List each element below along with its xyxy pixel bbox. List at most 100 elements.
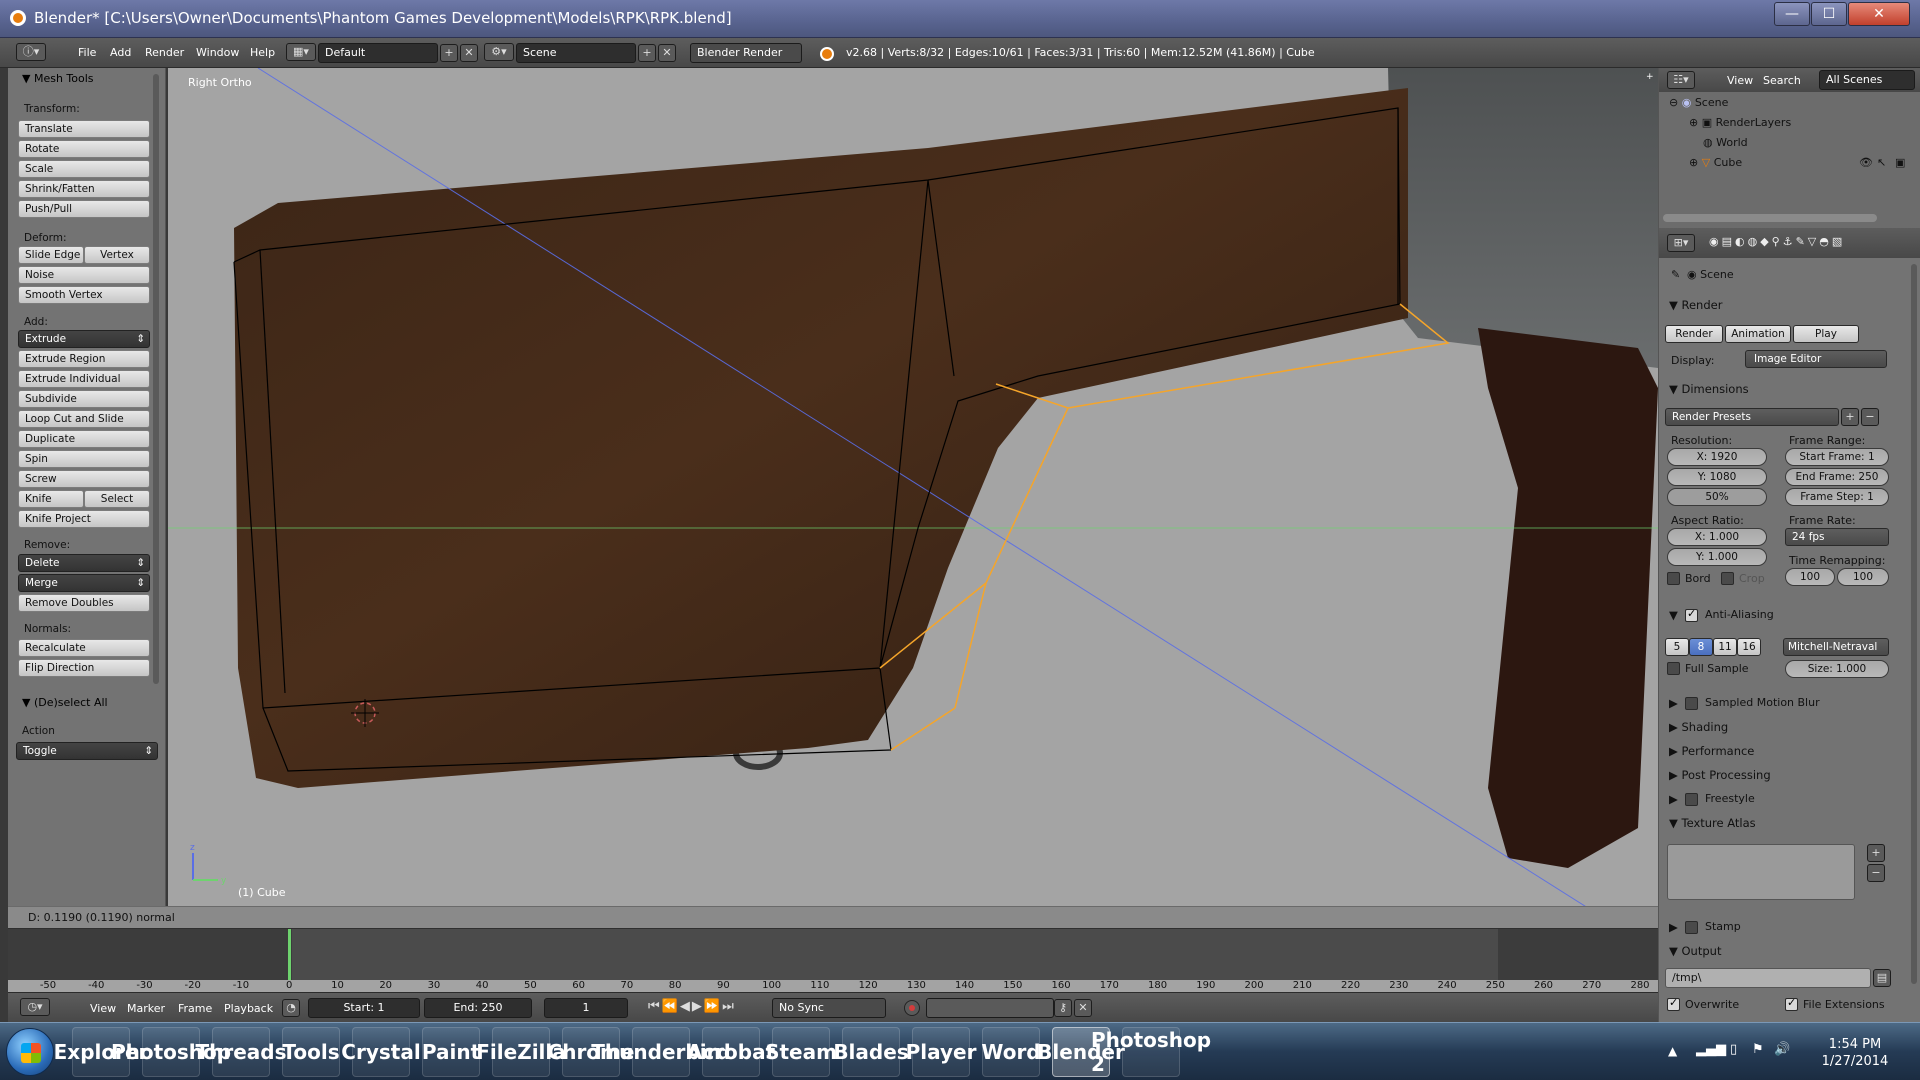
scene-icon[interactable]: ⚙▾ <box>484 43 514 61</box>
full-sample-checkbox[interactable] <box>1667 662 1680 675</box>
aa-samples-8[interactable]: 8 <box>1689 638 1713 656</box>
knife-project-button[interactable]: Knife Project <box>18 510 150 528</box>
extrude-individual-button[interactable]: Extrude Individual <box>18 370 150 388</box>
file-extensions-checkbox[interactable] <box>1785 996 1798 1011</box>
properties-editor-icon[interactable]: ⊞▾ <box>1667 234 1695 252</box>
menu-help[interactable]: Help <box>250 46 275 59</box>
render-button[interactable]: Render <box>1665 325 1723 343</box>
properties-scrollbar[interactable] <box>1911 264 1917 984</box>
scene-field[interactable]: Scene <box>516 43 636 63</box>
recalculate-button[interactable]: Recalculate <box>18 639 150 657</box>
taskbar-crystal-icon[interactable]: Crystal <box>341 1027 421 1077</box>
shrink-fatten-button[interactable]: Shrink/Fatten <box>18 180 150 198</box>
slide-vertex-button[interactable]: Vertex <box>84 246 150 264</box>
screw-button[interactable]: Screw <box>18 470 150 488</box>
push-pull-button[interactable]: Push/Pull <box>18 200 150 218</box>
playback-controls-icon[interactable]: ⏮⏪◀▶⏩⏭ <box>648 999 736 1014</box>
maximize-button[interactable]: ☐ <box>1811 2 1847 26</box>
menu-file[interactable]: File <box>78 46 96 59</box>
taskbar-filezilla-icon[interactable]: FileZilla <box>476 1027 566 1077</box>
merge-dropdown[interactable]: Merge ⇕ <box>18 574 150 592</box>
end-frame-field[interactable]: End: 250 <box>424 998 532 1018</box>
taskbar-word-icon[interactable]: Word <box>981 1027 1041 1077</box>
battery-icon[interactable]: ▯ <box>1730 1042 1737 1057</box>
timeline-editor-icon[interactable]: ◷▾ <box>20 998 50 1016</box>
taskbar-photoshop2-icon[interactable]: Photoshop 2 <box>1091 1027 1211 1077</box>
pin-icon[interactable]: ✎ <box>1671 268 1680 281</box>
render-engine-select[interactable]: Blender Render <box>690 43 802 63</box>
anti-aliasing-checkbox[interactable] <box>1685 607 1698 622</box>
taskbar-blades-icon[interactable]: Blades <box>833 1027 909 1077</box>
aa-size-field[interactable]: Size: 1.000 <box>1785 660 1889 678</box>
volume-icon[interactable]: 🔊 <box>1774 1042 1790 1057</box>
taskbar-steam-icon[interactable]: Steam <box>765 1027 837 1077</box>
close-window-button[interactable]: ✕ <box>1848 2 1910 26</box>
slide-edge-button[interactable]: Slide Edge <box>18 246 84 264</box>
system-clock[interactable]: 1:54 PM 1/27/2014 <box>1800 1036 1910 1070</box>
aa-samples-16[interactable]: 16 <box>1737 638 1761 656</box>
select-arrow-icon[interactable]: ↖ <box>1877 156 1886 169</box>
subdivide-button[interactable]: Subdivide <box>18 390 150 408</box>
start-frame-property[interactable]: Start Frame: 1 <box>1785 448 1889 466</box>
display-select[interactable]: Image Editor <box>1745 350 1887 368</box>
border-checkbox[interactable] <box>1667 572 1680 585</box>
outliner-editor-icon[interactable]: ☷▾ <box>1667 71 1695 89</box>
overwrite-checkbox[interactable] <box>1667 996 1680 1011</box>
remove-preset-icon[interactable]: − <box>1861 408 1879 426</box>
shading-panel-header[interactable]: ▶ Shading <box>1669 720 1728 734</box>
keyframe-delete-icon[interactable]: ✕ <box>1074 999 1092 1017</box>
motion-blur-checkbox[interactable] <box>1685 697 1698 710</box>
scale-button[interactable]: Scale <box>18 160 150 178</box>
stamp-panel-header[interactable]: ▶ <box>1669 920 1678 934</box>
visibility-eye-icon[interactable]: 👁 <box>1859 156 1873 169</box>
menu-window[interactable]: Window <box>196 46 239 59</box>
render-panel-header[interactable]: ▼ Render <box>1669 298 1722 312</box>
timeline-menu-view[interactable]: View <box>90 1002 116 1015</box>
taskbar-paint-icon[interactable]: Paint <box>422 1027 480 1077</box>
deselect-all-header[interactable]: ▼ (De)select All <box>22 696 108 709</box>
freestyle-checkbox[interactable] <box>1685 793 1698 806</box>
noise-button[interactable]: Noise <box>18 266 150 284</box>
aa-filter-select[interactable]: Mitchell-Netraval <box>1783 638 1889 656</box>
anti-aliasing-panel-header[interactable]: ▼ <box>1669 608 1678 622</box>
remove-scene-icon[interactable]: ✕ <box>658 44 676 62</box>
add-preset-icon[interactable]: + <box>1841 408 1859 426</box>
record-icon[interactable] <box>904 1000 920 1016</box>
time-remap-old-field[interactable]: 100 <box>1785 568 1835 586</box>
aspect-y-field[interactable]: Y: 1.000 <box>1667 548 1767 566</box>
timeline-menu-marker[interactable]: Marker <box>127 1002 165 1015</box>
screen-layout-icon[interactable]: ▦▾ <box>286 43 316 61</box>
extrude-region-button[interactable]: Extrude Region <box>18 350 150 368</box>
show-hidden-icons-icon[interactable]: ▲ <box>1668 1044 1677 1058</box>
aa-samples-11[interactable]: 11 <box>1713 638 1737 656</box>
post-processing-panel-header[interactable]: ▶ Post Processing <box>1669 768 1771 782</box>
knife-button[interactable]: Knife <box>18 490 84 508</box>
fps-select[interactable]: 24 fps <box>1785 528 1889 546</box>
frame-step-property[interactable]: Frame Step: 1 <box>1785 488 1889 506</box>
outliner-menu-view[interactable]: View <box>1727 74 1753 87</box>
aspect-x-field[interactable]: X: 1.000 <box>1667 528 1767 546</box>
add-layout-icon[interactable]: + <box>440 44 458 62</box>
translate-button[interactable]: Translate <box>18 120 150 138</box>
area-split-icon[interactable]: + <box>1646 72 1654 82</box>
current-frame-field[interactable]: 1 <box>544 998 628 1018</box>
3d-viewport[interactable]: z y Right Ortho (1) Cube + <box>168 68 1658 906</box>
play-button[interactable]: Play <box>1793 325 1859 343</box>
remove-atlas-icon[interactable]: − <box>1867 864 1885 882</box>
action-center-flag-icon[interactable]: ⚑ <box>1752 1042 1764 1057</box>
smooth-vertex-button[interactable]: Smooth Vertex <box>18 286 150 304</box>
duplicate-button[interactable]: Duplicate <box>18 430 150 448</box>
add-atlas-icon[interactable]: + <box>1867 844 1885 862</box>
action-dropdown[interactable]: Toggle ⇕ <box>16 742 158 760</box>
menu-render[interactable]: Render <box>145 46 184 59</box>
mesh-tools-header[interactable]: ▼ Mesh Tools <box>22 72 94 85</box>
outliner-scene[interactable]: ⊖ ◉ Scene <box>1669 96 1728 109</box>
taskbar-thunderbird-icon[interactable]: Thunderbird <box>591 1027 731 1077</box>
playhead-marker[interactable] <box>288 929 292 981</box>
freestyle-panel-header[interactable]: ▶ <box>1669 792 1678 806</box>
taskbar-acrobat-icon[interactable]: Acrobat <box>687 1027 775 1077</box>
layout-field[interactable]: Default <box>318 43 438 63</box>
editor-type-icon[interactable]: ⓘ▾ <box>16 43 46 61</box>
motion-blur-panel-header[interactable]: ▶ <box>1669 696 1678 710</box>
outliner-world[interactable]: ◍ World <box>1703 136 1748 149</box>
